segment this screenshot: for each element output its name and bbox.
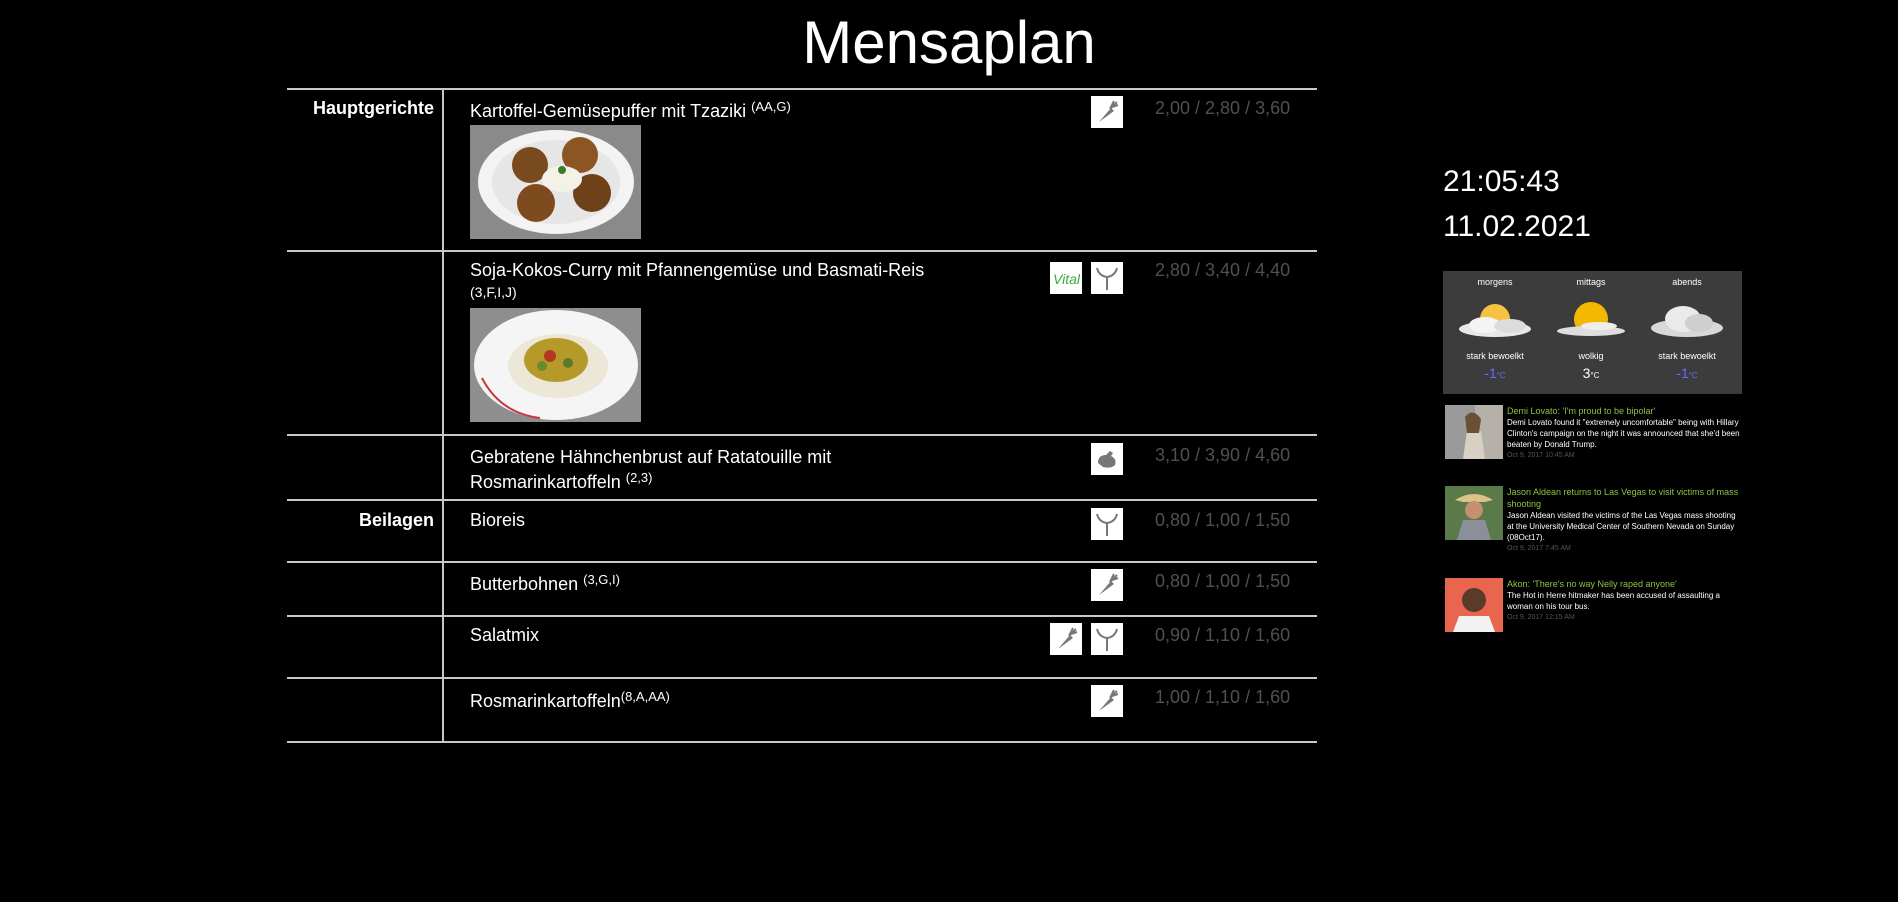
allergen-codes: (AA,G) [751,99,791,114]
weather-midday: mittags wolkig 3°C [1543,271,1639,381]
dish-name: Soja-Kokos-Curry mit Pfannengemüse und B… [470,260,925,300]
dish-prices: 2,00 / 2,80 / 3,60 [1155,98,1291,118]
allergen-codes: (8,A,AA) [620,689,670,704]
news-summary: Demi Lovato found it "extremely uncomfor… [1507,418,1740,449]
dish-prices: 0,80 / 1,00 / 1,50 [1155,510,1291,530]
weather-description: wolkig [1578,351,1604,361]
vegetarian-carrot-icon [1091,96,1123,128]
dish-prices: 2,80 / 3,40 / 4,40 [1155,260,1291,280]
allergen-codes: (3,F,I,J) [470,284,517,300]
sun-cloud-icon [1459,304,1531,337]
dish-name: Rosmarinkartoffeln(8,A,AA) [470,689,670,711]
clock-time: 21:05:43 [1443,165,1560,198]
weather-widget: morgens stark bewoelkt -1°C mittags wolk… [1443,271,1742,394]
news-thumbnail [1445,578,1503,632]
vegan-sprout-icon [1091,262,1123,294]
news-timestamp: Oct 9, 2017 7:45 AM [1507,545,1571,552]
dish-name: Butterbohnen (3,G,I) [470,572,620,594]
news-timestamp: Oct 9, 2017 12:15 AM [1507,614,1575,621]
vegan-sprout-icon [1091,623,1123,655]
column-divider [442,88,444,743]
weather-description: stark bewoelkt [1658,351,1716,361]
page-title: Mensaplan [802,9,1096,76]
category-beilagen: Beilagen [358,510,434,530]
dish-name: Bioreis [470,510,526,530]
dish-name: Salatmix [470,625,540,645]
weather-evening: abends stark bewoelkt -1°C [1639,271,1735,381]
dish-prices: 3,10 / 3,90 / 4,60 [1155,445,1291,465]
dish-prices: 0,90 / 1,10 / 1,60 [1155,625,1291,645]
news-summary: Jason Aldean visited the victims of the … [1507,511,1736,542]
clock-date: 11.02.2021 [1443,210,1591,243]
weather-temperature: -1°C [1676,365,1698,381]
news-title[interactable]: Akon: 'There's no way Nelly raped anyone… [1507,578,1741,590]
vegetarian-carrot-icon [1091,685,1123,717]
dish-name: Gebratene Hähnchenbrust auf Ratatouille … [470,447,832,492]
dish-prices: 1,00 / 1,10 / 1,60 [1155,687,1291,707]
news-summary: The Hot in Herre hitmaker has been accus… [1507,591,1721,611]
chicken-icon [1091,443,1123,475]
allergen-codes: (3,G,I) [583,572,620,587]
curry-rice-photo [470,308,641,422]
cloud-icon [1651,306,1723,337]
vegetarian-carrot-icon [1091,569,1123,601]
weather-period-label: abends [1672,277,1702,287]
weather-period-label: morgens [1477,277,1513,287]
weather-morning: morgens stark bewoelkt -1°C [1447,271,1543,381]
news-title[interactable]: Jason Aldean returns to Las Vegas to vis… [1507,486,1741,510]
weather-description: stark bewoelkt [1466,351,1524,361]
weather-temperature: -1°C [1484,365,1506,381]
vegan-sprout-icon [1091,508,1123,540]
potato-fritters-photo [470,125,641,239]
dish-prices: 0,80 / 1,00 / 1,50 [1155,571,1291,591]
svg-text:Vital: Vital [1053,271,1080,287]
news-thumbnail [1445,405,1503,459]
allergen-codes: (2,3) [625,470,653,485]
news-timestamp: Oct 9, 2017 10:45 AM [1507,452,1575,459]
dish-name: Kartoffel-Gemüsepuffer mit Tzaziki (AA,G… [470,99,791,121]
sun-haze-icon [1557,302,1625,336]
news-thumbnail [1445,486,1503,540]
category-hauptgerichte: Hauptgerichte [312,98,434,118]
vegetarian-carrot-icon [1050,623,1082,655]
weather-temperature: 3°C [1582,365,1600,381]
weather-period-label: mittags [1576,277,1606,287]
vital-icon: Vital [1050,262,1082,294]
news-title[interactable]: Demi Lovato: 'I'm proud to be bipolar' [1507,405,1741,417]
